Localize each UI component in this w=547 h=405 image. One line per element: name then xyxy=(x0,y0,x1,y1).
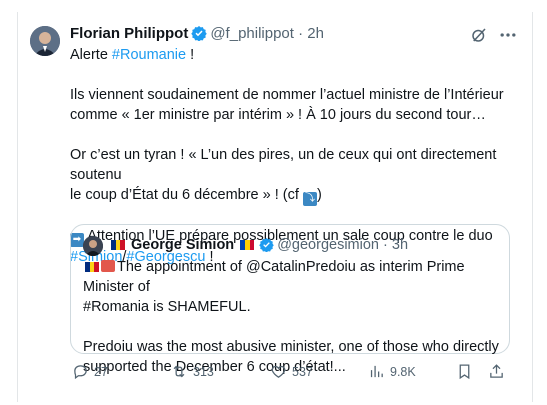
tweet-paragraph-line: Ils viennent soudainement de nommer l’ac… xyxy=(70,87,504,103)
author-avatar[interactable] xyxy=(30,26,60,56)
quoted-text-line: The appointment of @CatalinPredoiu as in… xyxy=(83,259,465,295)
red-badge-icon xyxy=(101,260,115,272)
reply-count: 27 xyxy=(94,365,108,379)
more-icon[interactable] xyxy=(498,26,518,44)
tweet-paragraph-line: Or c’est un tyran ! « L’un des pires, un… xyxy=(70,147,497,183)
quoted-author-name[interactable]: George Simion xyxy=(131,237,234,253)
like-icon xyxy=(271,365,286,378)
like-count: 537 xyxy=(292,365,313,379)
author-handle[interactable]: @f_philippot xyxy=(210,25,294,42)
quoted-author-avatar[interactable] xyxy=(83,236,103,256)
separator-dot: · xyxy=(383,237,388,253)
bookmark-button[interactable] xyxy=(456,362,478,382)
reply-button[interactable]: 27 xyxy=(72,362,108,382)
romania-flag-icon xyxy=(111,240,125,250)
author-name[interactable]: Florian Philippot xyxy=(70,25,188,42)
quoted-text-line: Predoiu was the most abusive minister, o… xyxy=(83,339,499,355)
tweet-timestamp[interactable]: 2h xyxy=(307,25,324,42)
verified-badge-icon xyxy=(191,25,208,47)
share-icon xyxy=(490,364,503,378)
repost-icon xyxy=(173,365,185,378)
separator-dot: · xyxy=(298,25,304,42)
verified-badge-icon xyxy=(259,237,274,258)
views-icon xyxy=(370,365,383,378)
repost-count: 313 xyxy=(193,365,214,379)
views-button[interactable]: 9.8K xyxy=(368,362,416,382)
tweet-text-segment: le coup d’État du 6 décembre » ! (cf xyxy=(70,187,303,203)
quoted-timestamp[interactable]: 3h xyxy=(392,237,408,253)
quoted-text: The appointment of @CatalinPredoiu as in… xyxy=(83,257,503,377)
quoted-header: George Simion @georgesimion · 3h xyxy=(109,235,408,255)
action-bar: 27 313 537 9.8K xyxy=(72,362,522,382)
tweet-text-segment: ) xyxy=(316,187,322,203)
like-button[interactable]: 537 xyxy=(270,362,313,382)
romania-flag-icon xyxy=(85,262,99,272)
bookmark-icon xyxy=(459,364,470,380)
share-button[interactable] xyxy=(488,362,510,382)
tweet-header: Florian Philippot @f_philippot · 2h xyxy=(70,24,520,44)
views-count: 9.8K xyxy=(390,365,416,379)
quoted-tweet[interactable]: George Simion @georgesimion · 3h The app… xyxy=(70,224,510,375)
grok-icon[interactable] xyxy=(470,26,488,44)
moldova-flag-icon xyxy=(240,240,255,250)
quoted-author-handle[interactable]: @georgesimion xyxy=(277,237,379,253)
reply-icon xyxy=(74,365,87,380)
tweet-text-segment: ! xyxy=(186,47,195,63)
quoted-text-line: #Romania is SHAMEFUL. xyxy=(83,299,251,315)
tweet-paragraph-line: comme « 1er ministre par intérim » ! À 1… xyxy=(70,107,486,123)
hashtag-roumanie[interactable]: #Roumanie xyxy=(112,47,186,63)
right-arrow-curving-down-icon: ⤵ xyxy=(302,192,317,206)
tweet-text-segment: Alerte xyxy=(70,47,112,63)
repost-button[interactable]: 313 xyxy=(170,362,214,382)
